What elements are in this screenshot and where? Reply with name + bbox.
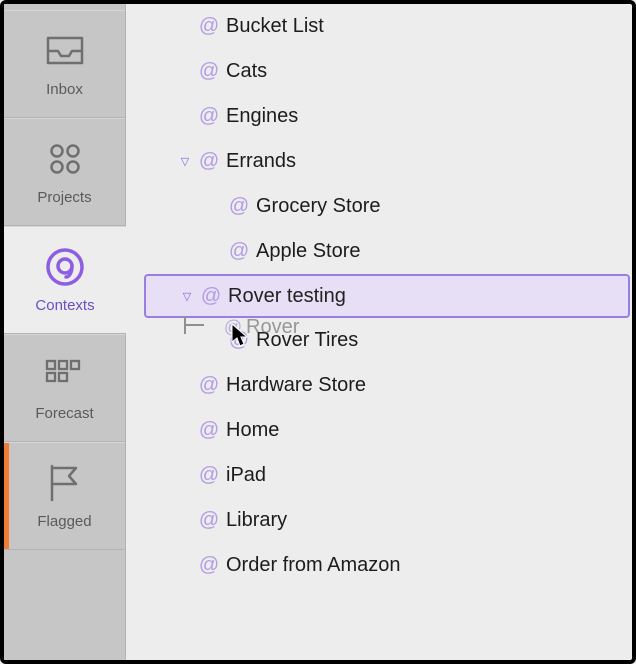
context-row-rover-tires[interactable]: ▽@Rover Tires — [126, 318, 632, 363]
sidebar-item-label: Contexts — [35, 297, 94, 314]
sidebar-item-label: Forecast — [35, 405, 93, 422]
at-icon: @ — [226, 240, 252, 263]
context-label: Rover testing — [228, 285, 346, 308]
sidebar-item-flagged[interactable]: Flagged — [4, 442, 125, 550]
context-row-order-amazon[interactable]: ▽@Order from Amazon — [126, 543, 632, 588]
at-icon: @ — [196, 419, 222, 442]
sidebar-item-contexts[interactable]: Contexts — [4, 226, 126, 334]
projects-icon — [43, 139, 87, 179]
at-icon: @ — [196, 150, 222, 173]
at-icon: @ — [196, 15, 222, 38]
at-icon: @ — [196, 105, 222, 128]
at-icon: @ — [196, 554, 222, 577]
context-label: Rover Tires — [256, 329, 358, 352]
at-icon: @ — [196, 509, 222, 532]
context-row-hardware-store[interactable]: ▽@Hardware Store — [126, 363, 632, 408]
forecast-icon — [43, 355, 87, 395]
context-label: Cats — [226, 60, 267, 83]
at-icon: @ — [226, 329, 252, 352]
context-list-panel: ▽@Bucket List▽@Cats▽@Engines▽@Errands▽@G… — [126, 4, 632, 660]
context-row-library[interactable]: ▽@Library — [126, 498, 632, 543]
context-label: Apple Store — [256, 240, 361, 263]
contexts-icon — [43, 247, 87, 287]
disclosure-icon[interactable]: ▽ — [178, 155, 192, 168]
context-list[interactable]: ▽@Bucket List▽@Cats▽@Engines▽@Errands▽@G… — [126, 4, 632, 588]
at-icon: @ — [196, 60, 222, 83]
context-row-apple-store[interactable]: ▽@Apple Store — [126, 229, 632, 274]
context-row-bucket-list[interactable]: ▽@Bucket List — [126, 4, 632, 49]
context-label: Engines — [226, 105, 298, 128]
context-label: Errands — [226, 150, 296, 173]
at-icon: @ — [226, 195, 252, 218]
context-label: Library — [226, 509, 287, 532]
at-icon: @ — [196, 374, 222, 397]
at-icon: @ — [198, 285, 224, 308]
context-row-home[interactable]: ▽@Home — [126, 408, 632, 453]
sidebar-item-label: Projects — [37, 189, 91, 206]
sidebar-item-label: Inbox — [46, 81, 83, 98]
context-row-grocery-store[interactable]: ▽@Grocery Store — [126, 184, 632, 229]
context-label: Home — [226, 419, 279, 442]
context-label: Bucket List — [226, 15, 324, 38]
context-row-cats[interactable]: ▽@Cats — [126, 49, 632, 94]
context-label: Grocery Store — [256, 195, 380, 218]
sidebar-item-label: Flagged — [37, 513, 91, 530]
at-icon: @ — [196, 464, 222, 487]
inbox-icon — [43, 31, 87, 71]
sidebar: Inbox Projects Contexts — [4, 4, 126, 660]
sidebar-item-forecast[interactable]: Forecast — [4, 334, 125, 442]
context-row-engines[interactable]: ▽@Engines — [126, 94, 632, 139]
context-label: Order from Amazon — [226, 554, 401, 577]
flagged-accent — [4, 443, 9, 549]
context-label: iPad — [226, 464, 266, 487]
context-label: Hardware Store — [226, 374, 366, 397]
sidebar-item-projects[interactable]: Projects — [4, 118, 125, 226]
app-root: Inbox Projects Contexts — [4, 4, 632, 660]
context-row-errands[interactable]: ▽ @Errands — [126, 139, 632, 184]
context-row-rover-testing[interactable]: ▽ @Rover testing — [144, 274, 630, 318]
flag-icon — [43, 463, 87, 503]
sidebar-item-inbox[interactable]: Inbox — [4, 10, 125, 118]
context-row-ipad[interactable]: ▽@iPad — [126, 453, 632, 498]
disclosure-icon[interactable]: ▽ — [180, 290, 194, 303]
